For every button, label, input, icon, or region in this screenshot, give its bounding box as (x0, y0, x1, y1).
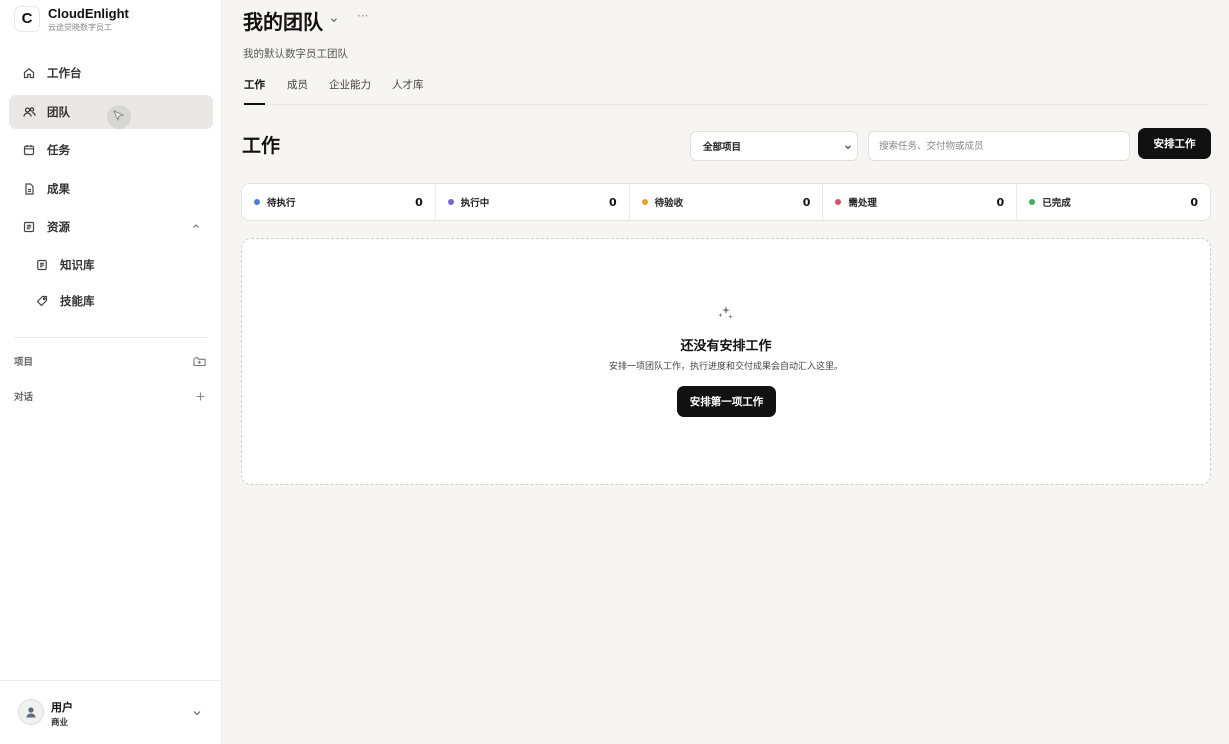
list-icon (22, 220, 36, 234)
status-label: 待执行 (267, 198, 296, 209)
status-count: 0 (608, 195, 617, 209)
sidebar-item-label: 成果 (47, 182, 70, 196)
status-label: 需处理 (848, 198, 877, 209)
status-dot (1029, 199, 1036, 205)
sidebar-item-workbench[interactable]: 工作台 (9, 56, 213, 90)
brand[interactable]: C CloudEnlight 云途觉晓数字员工 (14, 5, 129, 32)
document-icon (22, 182, 36, 196)
tab-bar: 工作 成员 企业能力 人才库 (243, 77, 1209, 105)
status-pending[interactable]: 待执行 0 (242, 184, 436, 220)
sidebar-item-label: 资源 (47, 220, 70, 234)
tab-work[interactable]: 工作 (244, 77, 265, 105)
status-dot (835, 199, 842, 205)
assign-first-work-button[interactable]: 安排第一项工作 (677, 386, 776, 417)
more-icon[interactable]: ··· (357, 9, 368, 23)
sidebar-divider (14, 337, 208, 338)
status-dot (447, 199, 454, 205)
chevron-down-icon[interactable] (329, 14, 339, 28)
avatar (18, 699, 44, 725)
empty-state-description: 安排一项团队工作，执行进度和交付成果会自动汇入这里。 (608, 362, 843, 372)
assign-work-button[interactable]: 安排工作 (1138, 128, 1211, 159)
chevron-up-icon[interactable] (191, 220, 201, 234)
status-completed[interactable]: 已完成 0 (1017, 184, 1210, 220)
brand-name: CloudEnlight (48, 6, 129, 21)
status-count: 0 (415, 195, 423, 209)
section-label: 项目 (14, 357, 34, 368)
status-summary: 待执行 0 执行中 0 待验收 0 需处理 0 已完成 0 (241, 183, 1211, 221)
project-filter-select[interactable]: 全部项目 (690, 131, 858, 161)
status-dot (254, 199, 260, 205)
home-icon (22, 66, 36, 80)
sparkle-icon (717, 305, 735, 324)
status-needs-attention[interactable]: 需处理 0 (823, 184, 1018, 220)
sidebar-section-projects: 项目 (14, 354, 206, 368)
cursor-icon (107, 105, 131, 129)
plus-icon[interactable] (195, 391, 206, 402)
sidebar-item-label: 技能库 (60, 294, 95, 308)
sidebar-item-label: 团队 (47, 105, 70, 119)
status-dot (641, 199, 648, 205)
status-in-progress[interactable]: 执行中 0 (436, 184, 630, 220)
users-icon (22, 105, 36, 119)
folder-plus-icon[interactable] (193, 356, 206, 367)
brand-subtitle: 云途觉晓数字员工 (48, 23, 112, 32)
status-label: 执行中 (460, 198, 490, 209)
status-label: 待验收 (654, 198, 684, 209)
tab-members[interactable]: 成员 (287, 77, 308, 105)
page-title: 我的团队 (243, 10, 323, 34)
sidebar-item-skills[interactable]: 技能库 (22, 284, 212, 318)
calendar-icon (22, 143, 36, 157)
tab-talent-pool[interactable]: 人才库 (392, 77, 424, 105)
user-menu[interactable]: 用户 商业 (0, 680, 221, 744)
chevron-down-icon[interactable] (191, 707, 203, 722)
sidebar-item-knowledge[interactable]: 知识库 (22, 248, 212, 282)
tab-enterprise-capabilities[interactable]: 企业能力 (329, 77, 371, 105)
sidebar-item-results[interactable]: 成果 (9, 172, 213, 206)
status-label: 已完成 (1042, 198, 1071, 209)
status-awaiting-review[interactable]: 待验收 0 (630, 184, 824, 220)
sidebar-item-team[interactable]: 团队 (9, 95, 213, 129)
book-icon (35, 258, 49, 272)
sidebar-item-resources[interactable]: 资源 (9, 210, 213, 244)
sidebar-item-label: 任务 (47, 143, 70, 157)
search-input[interactable] (868, 131, 1130, 161)
section-label: 对话 (14, 392, 34, 403)
brand-logo: C (14, 5, 40, 32)
sidebar: C CloudEnlight 云途觉晓数字员工 工作台 团队 任务 成果 资源 … (0, 0, 222, 744)
status-count: 0 (802, 195, 811, 209)
tag-icon (35, 294, 49, 308)
sidebar-item-tasks[interactable]: 任务 (9, 133, 213, 167)
empty-state: 还没有安排工作 安排一项团队工作，执行进度和交付成果会自动汇入这里。 安排第一项… (241, 238, 1211, 485)
section-title: 工作 (242, 135, 281, 157)
sidebar-section-chats: 对话 (14, 389, 206, 403)
status-count: 0 (996, 195, 1005, 209)
empty-state-title: 还没有安排工作 (680, 339, 772, 354)
project-filter-value: 全部项目 (703, 142, 742, 153)
sidebar-item-label: 工作台 (47, 66, 82, 80)
team-description: 我的默认数字员工团队 (243, 48, 348, 60)
status-count: 0 (1190, 195, 1198, 209)
chevron-down-icon (843, 142, 853, 155)
user-name: 用户 (51, 701, 73, 714)
sidebar-item-label: 知识库 (60, 258, 95, 272)
user-plan: 商业 (51, 718, 69, 728)
